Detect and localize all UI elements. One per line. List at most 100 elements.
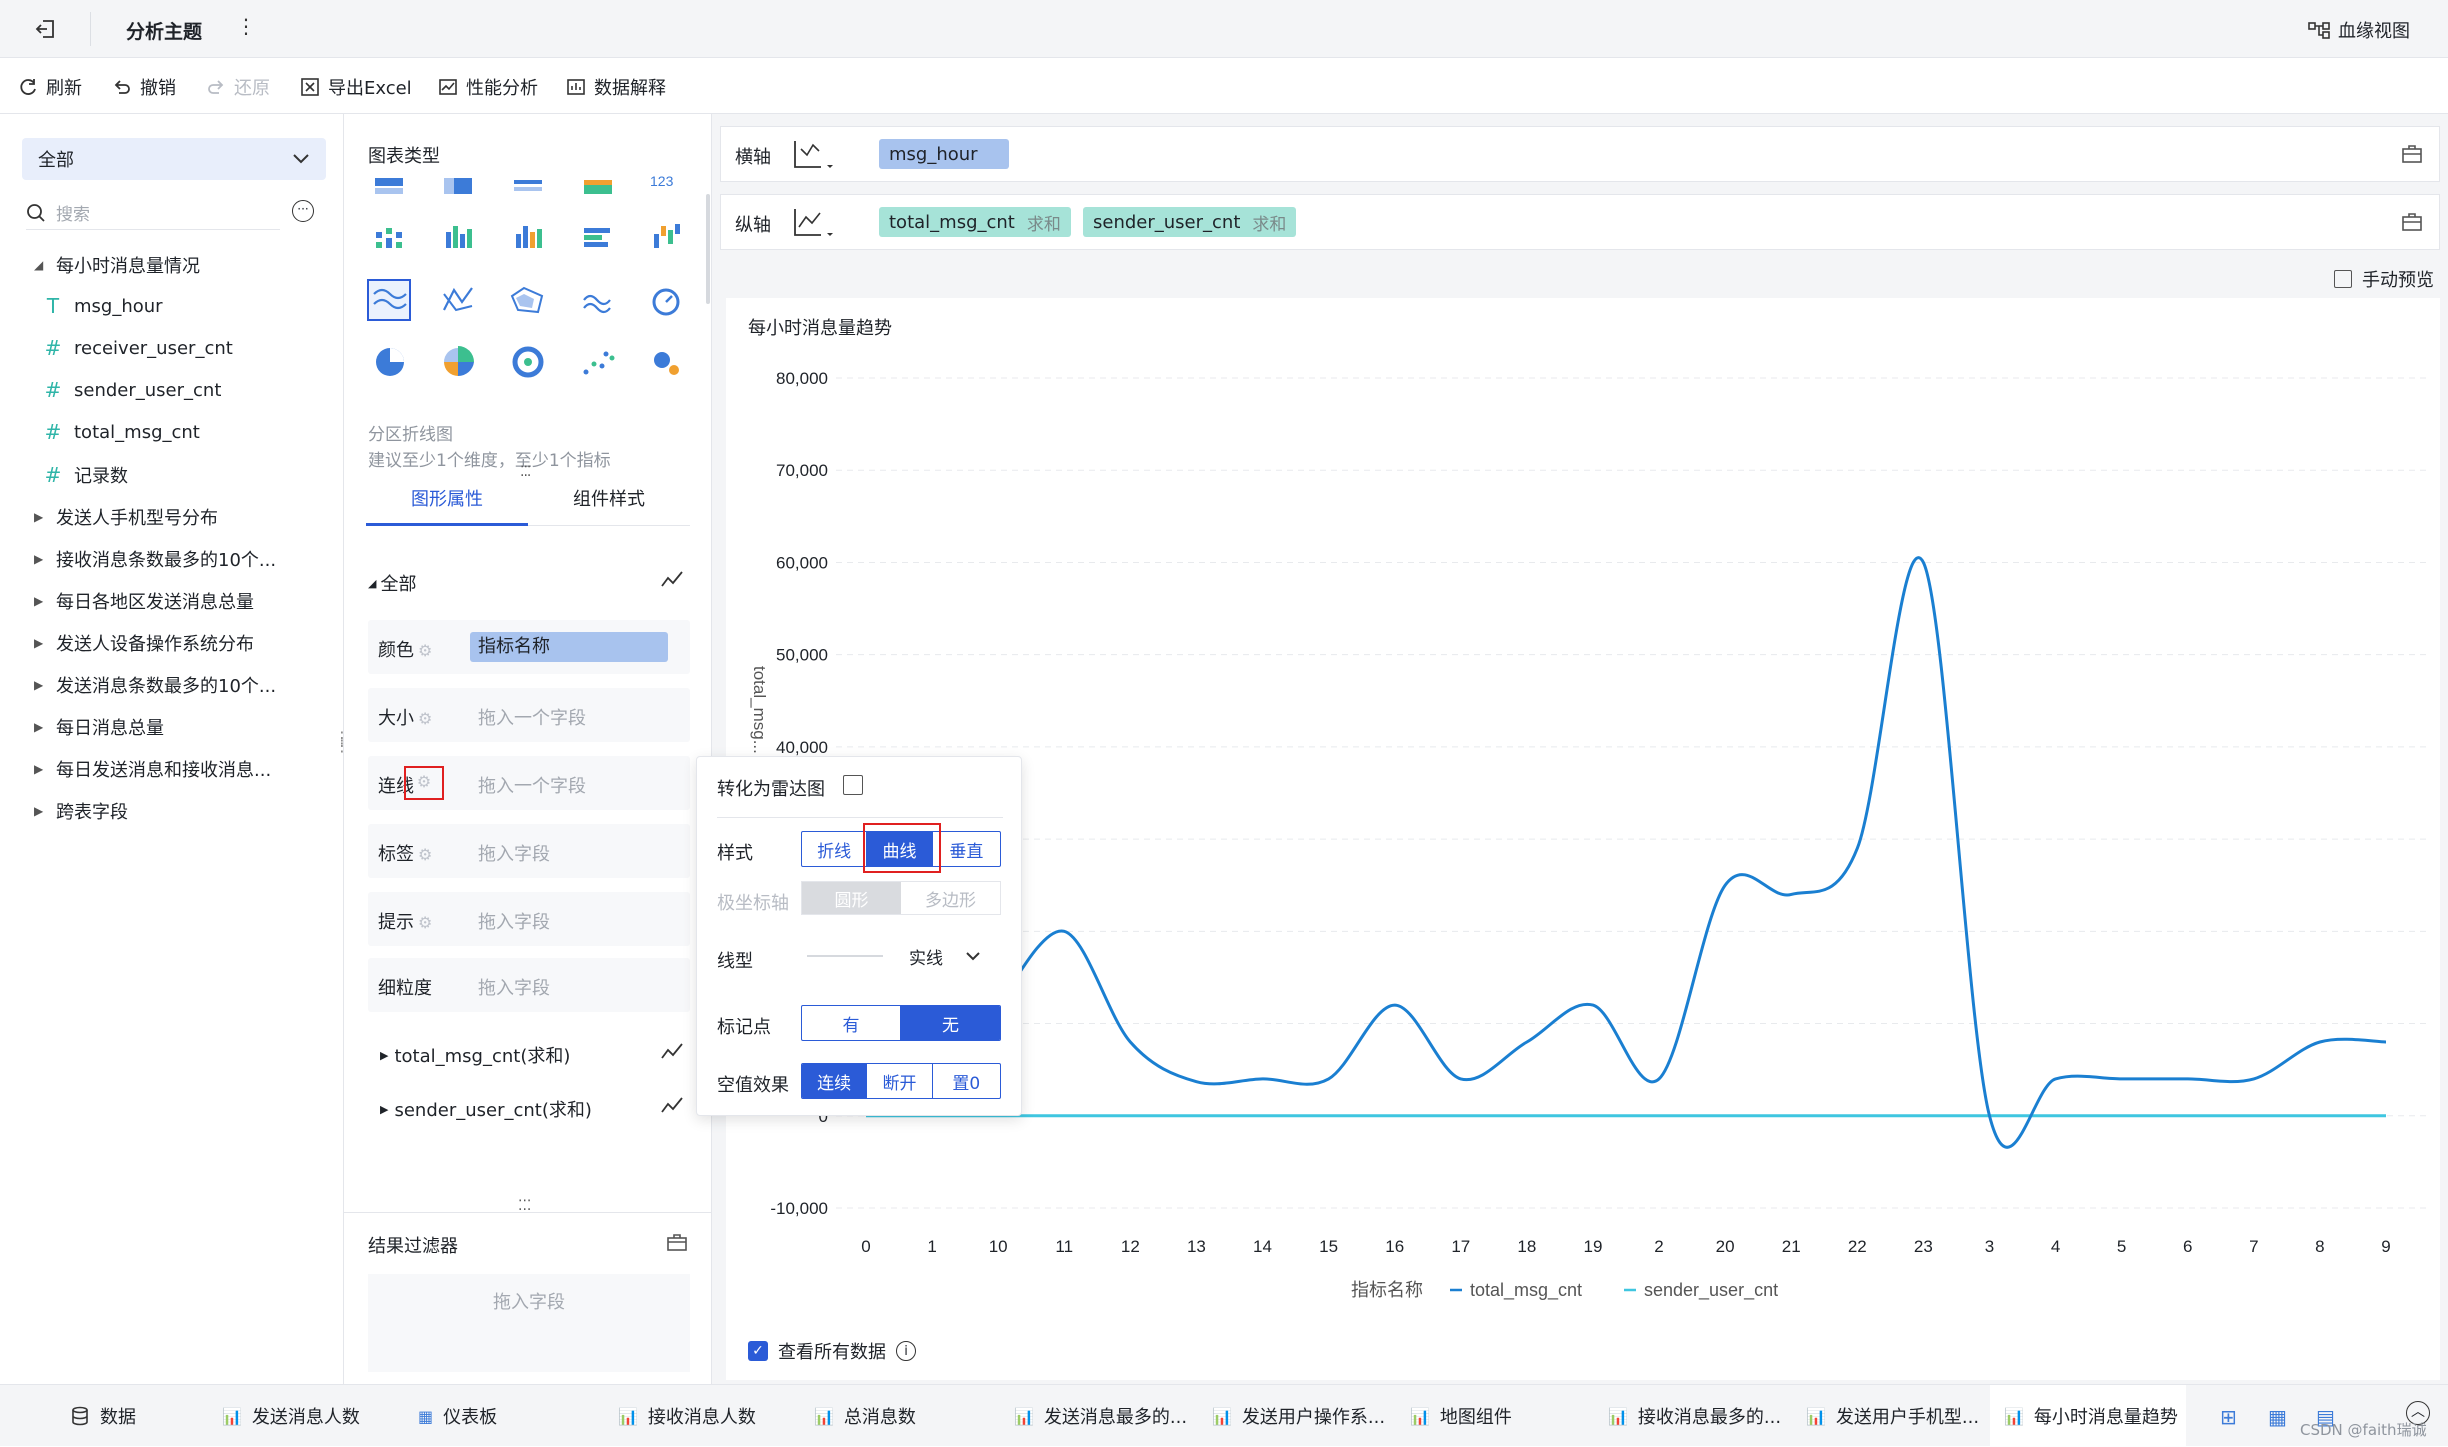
- x-axis-shelf[interactable]: 横轴 msg_hour: [720, 126, 2440, 182]
- tree-group[interactable]: ▶ 每日各地区发送消息总量: [34, 588, 254, 614]
- export-excel-button[interactable]: 导出Excel: [300, 75, 412, 99]
- tip-row[interactable]: 提示 ⚙ 拖入字段: [368, 892, 690, 946]
- color-table-icon[interactable]: [584, 180, 612, 194]
- gear-icon[interactable]: ⚙: [418, 709, 432, 728]
- line-gear-highlight[interactable]: ⚙: [404, 766, 444, 800]
- size-row[interactable]: 大小 ⚙ 拖入一个字段: [368, 688, 690, 742]
- tab-component[interactable]: 📊 总消息数: [814, 1399, 916, 1433]
- y-field-pill[interactable]: total_msg_cnt 求和: [879, 207, 1071, 237]
- perf-analysis-button[interactable]: 性能分析: [438, 75, 538, 99]
- line-row[interactable]: 连线 ⚙ 拖入一个字段: [368, 756, 690, 810]
- horizontal-bar-chart-icon[interactable]: [584, 228, 610, 247]
- table-chart-icon[interactable]: [375, 178, 403, 194]
- null-zero-option[interactable]: 置0: [933, 1064, 1000, 1098]
- field-item[interactable]: Tmsg_hour: [42, 294, 163, 318]
- view-all-checkbox[interactable]: ✓: [748, 1341, 768, 1361]
- color-row[interactable]: 颜色 ⚙ 指标名称: [368, 620, 690, 674]
- legend-item[interactable]: total_msg_cnt: [1470, 1280, 1582, 1301]
- tab-dashboard[interactable]: ▦ 仪表板: [418, 1399, 497, 1433]
- line-type-icon[interactable]: [660, 570, 684, 590]
- series-item[interactable]: ▶ sender_user_cnt(求和): [380, 1096, 592, 1122]
- tree-group[interactable]: ▶ 跨表字段: [34, 798, 128, 824]
- multi-line-chart-icon[interactable]: [443, 287, 473, 312]
- clear-icon[interactable]: [666, 1232, 688, 1252]
- style-polyline-option[interactable]: 折线: [802, 832, 868, 866]
- gauge-chart-icon[interactable]: [652, 288, 680, 316]
- info-icon[interactable]: i: [896, 1341, 916, 1361]
- waterfall-chart-icon[interactable]: [654, 224, 680, 248]
- tab-props[interactable]: 图形属性: [366, 478, 528, 526]
- undo-button[interactable]: 撤销: [112, 75, 176, 99]
- tab-component[interactable]: 📊 接收消息人数: [618, 1399, 756, 1433]
- manual-preview-toggle[interactable]: 手动预览: [2334, 266, 2434, 292]
- tab-data[interactable]: 数据: [70, 1399, 136, 1433]
- more-icon[interactable]: ⋮: [236, 14, 256, 38]
- drag-handle-icon[interactable]: ⁚⁚⁚: [518, 1199, 531, 1213]
- field-item[interactable]: # sender_user_cnt: [42, 378, 222, 402]
- tree-group[interactable]: ▶ 接收消息条数最多的10个...: [34, 546, 276, 572]
- tab-component[interactable]: 📊 发送消息人数: [222, 1399, 360, 1433]
- manual-preview-checkbox[interactable]: [2334, 270, 2352, 288]
- all-group-toggle[interactable]: ◢ 全部: [368, 570, 416, 596]
- x-axis-type-icon[interactable]: [791, 137, 835, 171]
- line-type-icon[interactable]: [660, 1096, 684, 1116]
- search-input[interactable]: 搜索: [26, 196, 280, 230]
- add-component-icon[interactable]: ⊞: [2220, 1405, 2237, 1429]
- radar-checkbox[interactable]: [843, 775, 863, 795]
- tab-component[interactable]: 📊 发送用户操作系...: [1212, 1399, 1385, 1433]
- tab-component[interactable]: 📊 发送用户手机型...: [1806, 1399, 1979, 1433]
- view-all-toggle[interactable]: ✓ 查看所有数据 i: [748, 1338, 916, 1364]
- refresh-button[interactable]: 刷新: [18, 75, 82, 99]
- number-chart-icon[interactable]: 123: [650, 173, 674, 189]
- area-line-chart-icon-selected[interactable]: [367, 279, 411, 321]
- tab-component[interactable]: 📊 接收消息最多的...: [1608, 1399, 1781, 1433]
- donut-chart-icon[interactable]: [512, 346, 544, 378]
- field-item[interactable]: # receiver_user_cnt: [42, 336, 233, 360]
- y-axis-type-icon[interactable]: [791, 205, 835, 239]
- null-break-option[interactable]: 断开: [867, 1064, 933, 1098]
- line-type-icon[interactable]: [660, 1042, 684, 1062]
- tab-style[interactable]: 组件样式: [528, 478, 690, 526]
- tag-row[interactable]: 标签 ⚙ 拖入字段: [368, 824, 690, 878]
- null-continuous-option[interactable]: 连续: [802, 1064, 868, 1098]
- tree-group-open[interactable]: ◢ 每小时消息量情况: [34, 252, 200, 278]
- tree-group[interactable]: ▶ 每日发送消息和接收消息...: [34, 756, 271, 782]
- scrollbar[interactable]: [706, 194, 710, 304]
- gear-icon[interactable]: ⚙: [418, 913, 432, 932]
- package-dropdown[interactable]: 全部: [22, 138, 326, 180]
- lineage-button[interactable]: 血缘视图: [2308, 17, 2410, 43]
- gear-icon[interactable]: ⚙: [418, 845, 432, 864]
- y-field-pill[interactable]: sender_user_cnt 求和: [1083, 207, 1297, 237]
- null-segment[interactable]: 连续 断开 置0: [801, 1063, 1001, 1099]
- marker-no-option[interactable]: 无: [901, 1006, 1000, 1040]
- more-options-icon[interactable]: ···: [292, 200, 314, 222]
- drag-handle-icon[interactable]: ⁚⁚⁚: [520, 465, 531, 479]
- cross-table-icon[interactable]: [444, 178, 472, 194]
- pie-chart-icon[interactable]: [376, 348, 404, 376]
- field-item[interactable]: # total_msg_cnt: [42, 420, 200, 444]
- gear-icon[interactable]: ⚙: [418, 641, 432, 660]
- stacked-bar-chart-icon[interactable]: [516, 226, 542, 248]
- scatter-chart-icon[interactable]: [583, 351, 615, 375]
- granularity-row[interactable]: 细粒度 拖入字段: [368, 958, 690, 1012]
- tree-group[interactable]: ▶ 发送人手机型号分布: [34, 504, 218, 530]
- dot-matrix-chart-icon[interactable]: [376, 228, 402, 248]
- linetype-select[interactable]: 实线: [801, 939, 1001, 973]
- filter-dropzone[interactable]: 拖入字段: [368, 1274, 690, 1372]
- marker-segment[interactable]: 有 无: [801, 1005, 1001, 1041]
- clear-icon[interactable]: [2401, 211, 2423, 233]
- add-dashboard-icon[interactable]: ▦: [2268, 1405, 2287, 1429]
- data-explain-button[interactable]: 数据解释: [566, 75, 666, 99]
- back-icon[interactable]: [34, 17, 58, 41]
- field-item[interactable]: # 记录数: [42, 462, 128, 488]
- clear-icon[interactable]: [2401, 143, 2423, 165]
- marker-yes-option[interactable]: 有: [802, 1006, 901, 1040]
- tab-active[interactable]: 📊 每小时消息量趋势: [1990, 1385, 2186, 1447]
- tree-group[interactable]: ▶ 每日消息总量: [34, 714, 164, 740]
- bubble-chart-icon[interactable]: [654, 352, 679, 375]
- tab-component[interactable]: 📊 地图组件: [1410, 1399, 1512, 1433]
- detail-table-icon[interactable]: [514, 180, 542, 191]
- grouped-bar-chart-icon[interactable]: [446, 226, 472, 248]
- tree-group[interactable]: ▶ 发送消息条数最多的10个...: [34, 672, 276, 698]
- radar-chart-icon[interactable]: [510, 286, 544, 314]
